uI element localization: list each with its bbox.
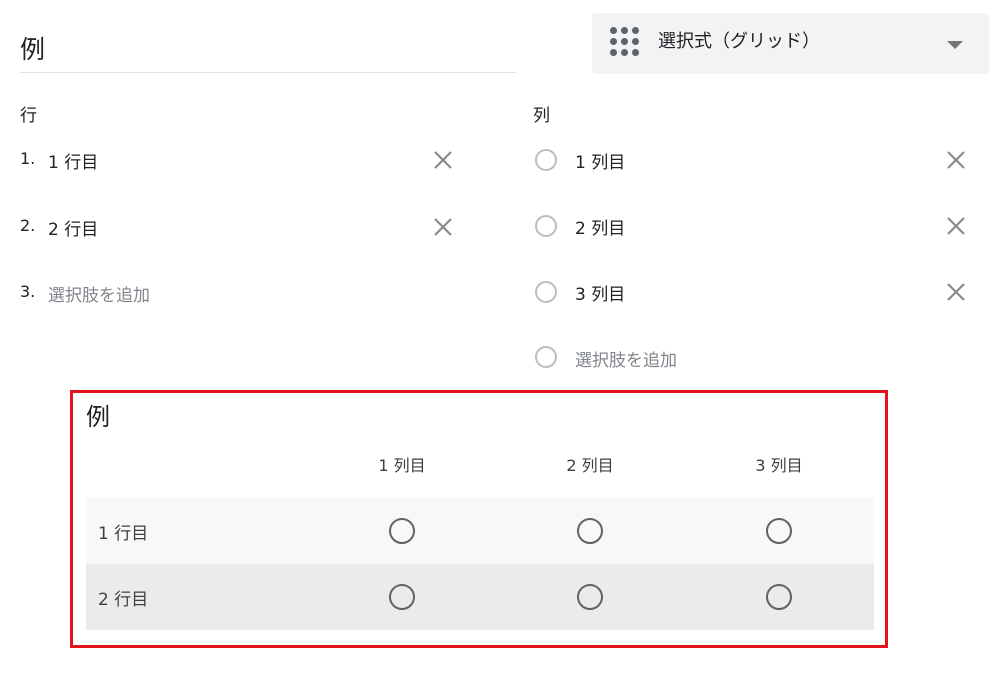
question-type-dropdown[interactable]: 選択式（グリッド） [592, 13, 989, 74]
remove-row-2-icon[interactable] [432, 216, 454, 238]
grid-radio-button[interactable] [577, 584, 603, 610]
row-number: 2. [20, 216, 36, 235]
row-option-input[interactable]: 2 行目 [48, 215, 98, 240]
preview-column-header: 3 列目 [755, 456, 803, 475]
radio-icon [535, 346, 557, 368]
add-column-input[interactable]: 選択肢を追加 [575, 346, 677, 371]
preview-grid-row: 1 行目 [86, 498, 874, 564]
grid-radio-button[interactable] [577, 518, 603, 544]
row-option-input[interactable]: 1 行目 [48, 148, 98, 173]
grid-radio-button[interactable] [766, 584, 792, 610]
preview-column-header: 1 列目 [378, 456, 426, 475]
radio-icon [535, 149, 557, 171]
grid-radio-button[interactable] [389, 518, 415, 544]
preview-title: 例 [86, 403, 110, 431]
remove-column-3-icon[interactable] [945, 281, 967, 303]
question-type-label: 選択式（グリッド） [658, 31, 820, 52]
grid-radio-button[interactable] [766, 518, 792, 544]
add-row-input[interactable]: 選択肢を追加 [48, 281, 150, 306]
preview-row-label: 2 行目 [98, 590, 149, 610]
columns-heading: 列 [533, 106, 550, 126]
rows-heading: 行 [20, 106, 37, 126]
column-option-input[interactable]: 2 列目 [575, 214, 625, 239]
preview-row-label: 1 行目 [98, 524, 149, 544]
column-option-input[interactable]: 1 列目 [575, 148, 625, 173]
column-option-input[interactable]: 3 列目 [575, 280, 625, 305]
remove-column-2-icon[interactable] [945, 215, 967, 237]
chevron-down-icon [947, 41, 963, 49]
grid-icon [610, 27, 640, 57]
remove-column-1-icon[interactable] [945, 149, 967, 171]
radio-icon [535, 215, 557, 237]
preview-column-header: 2 列目 [566, 456, 614, 475]
row-number: 3. [20, 282, 36, 301]
preview-grid-row: 2 行目 [86, 564, 874, 630]
radio-icon [535, 281, 557, 303]
row-number: 1. [20, 149, 36, 168]
remove-row-1-icon[interactable] [432, 149, 454, 171]
question-title-input[interactable]: 例 [20, 32, 516, 73]
grid-radio-button[interactable] [389, 584, 415, 610]
